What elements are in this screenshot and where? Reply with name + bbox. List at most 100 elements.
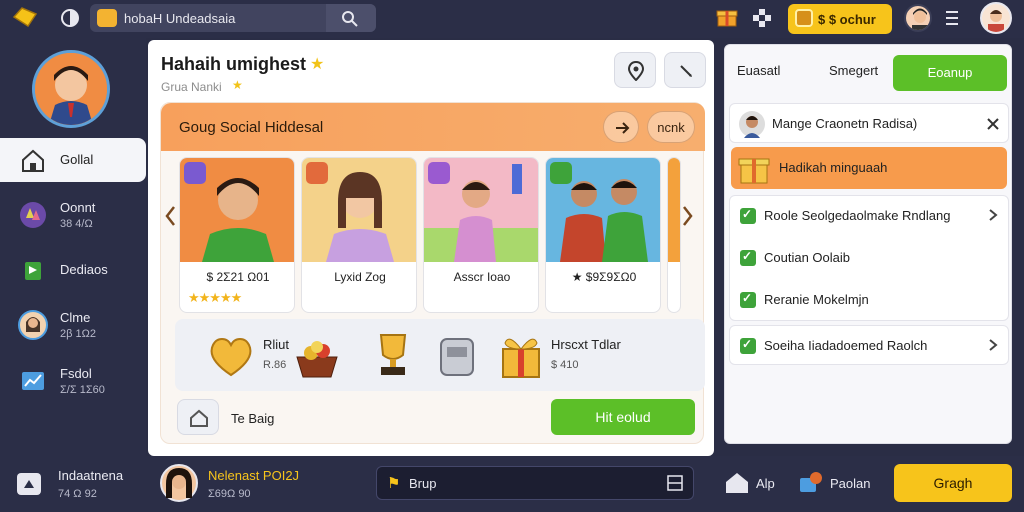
chevron-right-icon[interactable] [681,201,695,231]
user-card-partial[interactable] [667,157,681,313]
trophy-icon[interactable] [365,327,421,383]
checklist-item[interactable]: Reranie Mokelmjn [764,292,869,307]
user-card[interactable]: ★ $9Σ9ΣΩ0 [545,157,661,313]
search-bar[interactable]: hobaH Undeadsaia [90,4,376,32]
user-portrait [668,158,680,262]
gift-title: Rliut [263,337,290,352]
rank-button[interactable]: ncnk [647,111,695,143]
sidebar-item-sub: 2β 1Ω2 [60,328,96,340]
checklist-item[interactable]: Roole Seolgedaolmake Rndlang [764,208,950,223]
close-icon[interactable] [986,117,1000,131]
bottom-user-name: Indaatnena [58,468,124,483]
search-button[interactable] [326,4,376,32]
bottom-bar: Indaatnena 74 Ω 92 Nelenast POI2J Σ69Ω 9… [0,456,1024,512]
check-icon [740,249,756,266]
sidebar-item-sub: 38 4/Ω [60,218,93,230]
main-panel: Hahaih umighest ★ Grua Nanki ★ Goug Soci… [148,40,714,456]
tab-euasatl[interactable]: Euasatl [737,63,780,78]
expand-icon[interactable] [667,475,683,491]
profile-avatar[interactable] [980,2,1012,34]
search-input[interactable]: hobaH Undeadsaia [124,11,235,26]
share-icon [616,122,630,134]
chevron-left-icon[interactable] [163,201,177,231]
rank-button-label: ncnk [657,120,685,135]
location-button[interactable] [614,52,656,88]
checklist-row[interactable]: Soeiha Iiadadoemed Raolch [729,325,1009,365]
right-panel: Euasatl Smegert Eoanup Mange Craonetn Ra… [724,44,1012,444]
badge-icon [550,162,572,184]
gems-icon [20,202,46,228]
coin-icon [795,9,813,27]
badge-icon [184,162,206,184]
gift-box-icon[interactable] [493,327,549,383]
sidebar-item-fsdol[interactable]: Fsdol Σ/Σ 1Σ60 [0,358,146,402]
user-card[interactable]: Asscr Ioao [423,157,539,313]
user-name: Lyxid Zog [334,270,386,284]
coin-balance: $ $ ochur [818,12,876,27]
silver-robot-icon[interactable] [429,327,485,383]
gift-icon [738,158,770,184]
avatar[interactable] [160,464,198,502]
logo-icon[interactable] [12,6,38,28]
home-shortcut-button[interactable] [177,399,219,435]
gift-row[interactable]: Hadikah minguaah [731,147,1007,189]
user-avatar-icon [18,310,48,340]
nav-alp[interactable]: Alp [756,476,775,491]
sidebar: Gollal Oonnt 38 4/Ω Dediaos Clme 2β 1Ω2 [0,38,146,456]
sidebar-item-dediaos[interactable]: Dediaos [0,248,146,292]
sidebar-item-label: Dediaos [60,262,108,277]
action-button[interactable]: Hit eolud [551,399,695,435]
gift-icon[interactable] [716,6,738,28]
chevron-right-icon[interactable] [988,208,998,222]
user-card[interactable]: $ 2Σ21 Ω01 ★★★★★ [179,157,295,313]
sidebar-item-label: Fsdol [60,366,92,381]
coins-button[interactable]: $ $ ochur [788,4,892,34]
checklist-card: Roole Seolgedaolmake Rndlang Coutian Ool… [729,195,1009,321]
gift-subtitle: R.86 [263,359,287,371]
home-icon[interactable] [722,468,752,498]
gems-bundle-icon[interactable] [796,468,826,498]
sidebar-item-clme[interactable]: Clme 2β 1Ω2 [0,302,146,346]
chevron-right-icon[interactable] [988,338,998,352]
puzzle-icon[interactable] [752,8,772,28]
search-icon [342,11,358,27]
sidebar-item-label: Gollal [60,152,94,167]
sidebar-item-gollal[interactable]: Gollal [0,138,146,182]
home-icon [22,149,44,172]
edit-button[interactable] [664,52,706,88]
theme-toggle-icon[interactable] [60,8,80,28]
group-search[interactable]: ⚑ Brup [376,466,694,500]
pin-icon [627,61,645,81]
check-icon [740,337,756,354]
bottom-user-sub: 74 Ω 92 [58,488,97,500]
gift-title: Hrscxt Tdlar [551,337,621,352]
menu-icon[interactable] [944,8,960,28]
bottom-user2-name: Nelenast POI2J [208,468,300,483]
sidebar-item-sub: Σ/Σ 1Σ60 [60,384,105,396]
sidebar-item-oonnt[interactable]: Oonnt 38 4/Ω [0,192,146,236]
card-title: Goug Social Hiddesal [179,119,324,136]
gold-heart-icon[interactable] [203,327,259,383]
user-avatar[interactable] [32,50,110,128]
top-bar: hobaH Undeadsaia $ $ ochur [0,0,1024,38]
sidebar-item-label: Clme [60,310,91,325]
gift-row-label: Hadikah minguaah [779,160,888,175]
page-subtitle: Grua Nanki [161,80,222,94]
user-card[interactable]: Lyxid Zog [301,157,417,313]
graph-button[interactable]: Gragh [894,464,1012,502]
user-name: ★ $9Σ9ΣΩ0 [571,270,637,284]
social-card-header: Goug Social Hiddesal ncnk [161,103,705,151]
upload-icon[interactable] [14,468,44,498]
avatar[interactable] [904,4,932,32]
tab-smegert[interactable]: Smegert [829,63,878,78]
home-outline-icon [190,409,208,427]
badge-icon [306,162,328,184]
user-name: $ 2Σ21 Ω01 [206,270,270,284]
share-button[interactable] [603,111,639,143]
signup-button[interactable]: Eoanup [893,55,1007,91]
nav-paolan[interactable]: Paolan [830,476,870,491]
group-icon: ⚑ [387,475,401,492]
user-row[interactable]: Mange Craonetn Radisa) [729,103,1009,143]
treasure-basket-icon[interactable] [289,327,345,383]
checklist-item[interactable]: Coutian Oolaib [764,250,850,265]
